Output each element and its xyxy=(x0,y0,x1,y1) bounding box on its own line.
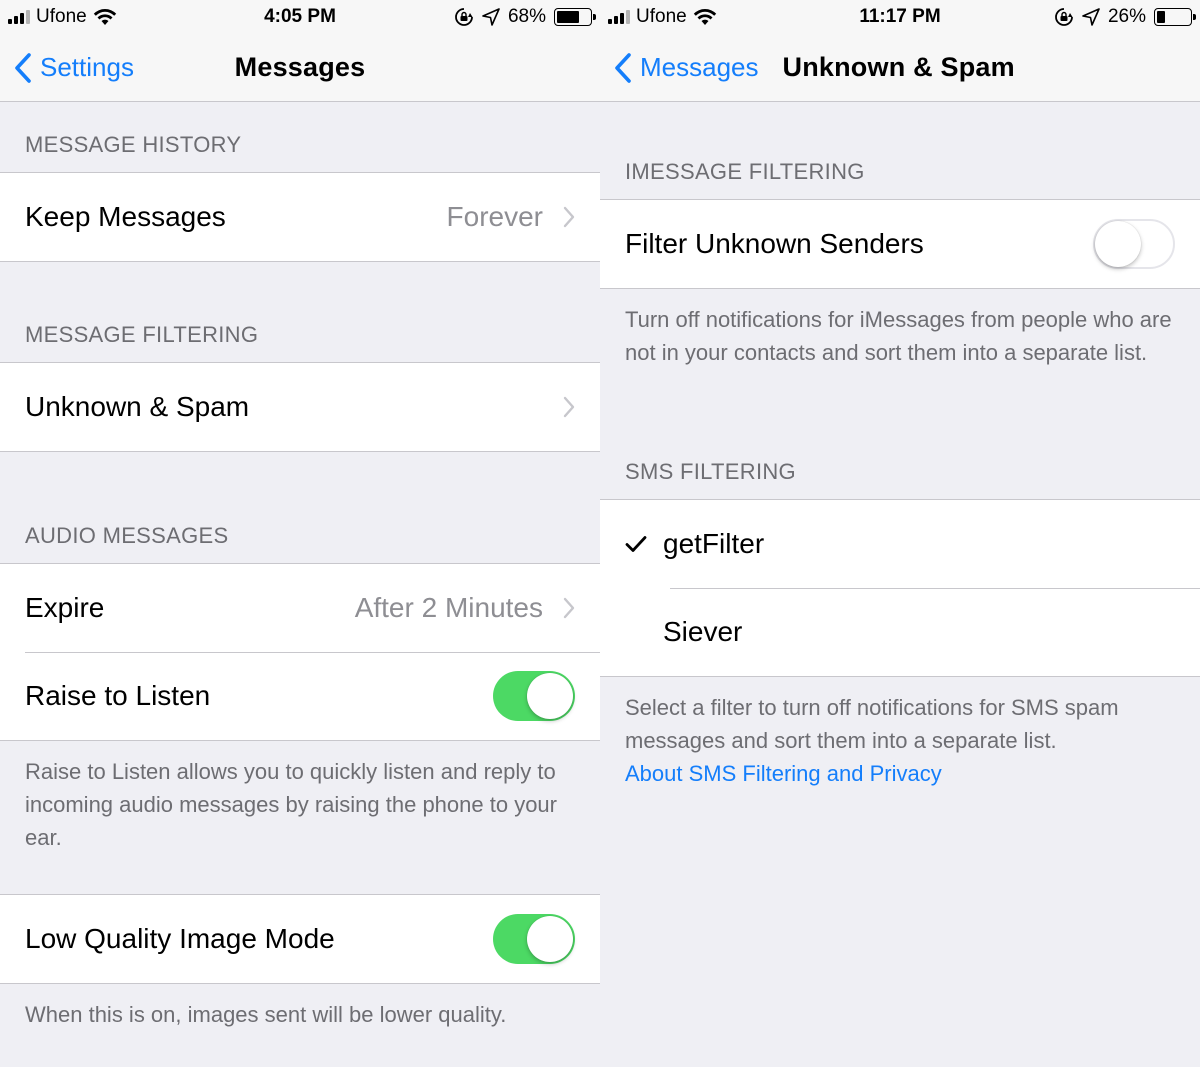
sms-filter-option-label: Siever xyxy=(663,616,743,647)
orientation-lock-icon xyxy=(455,8,473,26)
sms-filter-option-label: getFilter xyxy=(663,528,765,559)
status-bar: Ufone 4:05 PM 68% xyxy=(0,0,600,34)
checkmark-icon xyxy=(625,536,647,552)
section-header-sms-filtering: SMS FILTERING xyxy=(625,459,796,484)
location-arrow-icon xyxy=(1082,8,1100,26)
raise-to-listen-footer: Raise to Listen allows you to quickly li… xyxy=(25,759,557,850)
chevron-right-icon xyxy=(563,597,575,619)
back-button[interactable]: Messages xyxy=(600,52,759,84)
low-quality-image-footer: When this is on, images sent will be low… xyxy=(25,1002,507,1027)
messages-settings-screen: Ufone 4:05 PM 68% Settings Messages MESS… xyxy=(0,0,600,1067)
orientation-lock-icon xyxy=(1055,8,1073,26)
sms-filtering-footer: Select a filter to turn off notification… xyxy=(600,677,1200,790)
battery-icon xyxy=(1154,8,1196,26)
filter-unknown-senders-row: Filter Unknown Senders xyxy=(600,200,1200,288)
wifi-icon xyxy=(93,9,116,25)
battery-percent: 26% xyxy=(1107,6,1146,27)
unknown-spam-row[interactable]: Unknown & Spam xyxy=(0,363,600,451)
chevron-left-icon xyxy=(615,52,631,83)
page-title: Unknown & Spam xyxy=(782,52,1015,82)
expire-value: After 2 Minutes xyxy=(354,592,543,623)
wifi-icon xyxy=(693,9,716,25)
status-time: 11:17 PM xyxy=(859,6,941,27)
sms-filtering-footer-text: Select a filter to turn off notification… xyxy=(625,695,1119,753)
about-sms-filtering-link[interactable]: About SMS Filtering and Privacy xyxy=(625,757,1175,790)
chevron-left-icon xyxy=(15,52,31,83)
keep-messages-label: Keep Messages xyxy=(25,201,226,232)
audio-messages-group: Expire After 2 Minutes Raise to Listen xyxy=(0,563,600,741)
battery-percent: 68% xyxy=(507,6,546,27)
sms-filter-option-getfilter[interactable]: getFilter xyxy=(600,500,1200,588)
raise-to-listen-label: Raise to Listen xyxy=(25,680,211,711)
cellular-signal-icon xyxy=(608,10,630,24)
low-quality-image-label: Low Quality Image Mode xyxy=(25,923,335,954)
cellular-signal-icon xyxy=(8,10,30,24)
section-header-message-history: MESSAGE HISTORY xyxy=(25,132,242,157)
filter-unknown-senders-toggle[interactable] xyxy=(1093,219,1175,269)
back-button[interactable]: Settings xyxy=(0,52,134,84)
keep-messages-value: Forever xyxy=(446,201,543,232)
navigation-bar: Settings Messages xyxy=(0,34,600,102)
message-history-group: Keep Messages Forever xyxy=(0,172,600,262)
unknown-spam-label: Unknown & Spam xyxy=(25,391,250,422)
carrier-name: Ufone xyxy=(36,6,87,27)
image-mode-group: Low Quality Image Mode xyxy=(0,894,600,984)
back-button-label: Messages xyxy=(640,52,759,82)
filter-unknown-senders-label: Filter Unknown Senders xyxy=(625,228,924,259)
section-header-audio-messages: AUDIO MESSAGES xyxy=(25,523,229,548)
chevron-right-icon xyxy=(563,396,575,418)
raise-to-listen-toggle[interactable] xyxy=(493,671,575,721)
back-button-label: Settings xyxy=(40,52,134,82)
imessage-filtering-group: Filter Unknown Senders xyxy=(600,199,1200,289)
keep-messages-row[interactable]: Keep Messages Forever xyxy=(0,173,600,261)
unknown-spam-screen: Ufone 11:17 PM 26% Messages Unknown & Sp… xyxy=(600,0,1200,1067)
imessage-filtering-footer: Turn off notifications for iMessages fro… xyxy=(625,307,1172,365)
section-header-imessage-filtering: IMESSAGE FILTERING xyxy=(625,159,865,184)
location-arrow-icon xyxy=(482,8,500,26)
sms-filter-option-siever[interactable]: Siever xyxy=(600,588,1200,676)
chevron-right-icon xyxy=(563,206,575,228)
low-quality-image-row: Low Quality Image Mode xyxy=(0,895,600,983)
expire-label: Expire xyxy=(25,592,105,623)
status-time: 4:05 PM xyxy=(264,6,336,27)
sms-filtering-group: getFilter Siever xyxy=(600,499,1200,677)
section-header-message-filtering: MESSAGE FILTERING xyxy=(25,322,259,347)
raise-to-listen-row: Raise to Listen xyxy=(0,652,600,740)
expire-row[interactable]: Expire After 2 Minutes xyxy=(0,564,600,652)
carrier-name: Ufone xyxy=(636,6,687,27)
battery-icon xyxy=(554,8,596,26)
status-bar: Ufone 11:17 PM 26% xyxy=(600,0,1200,34)
navigation-bar: Messages Unknown & Spam xyxy=(600,34,1200,102)
low-quality-image-toggle[interactable] xyxy=(493,914,575,964)
message-filtering-group: Unknown & Spam xyxy=(0,362,600,452)
